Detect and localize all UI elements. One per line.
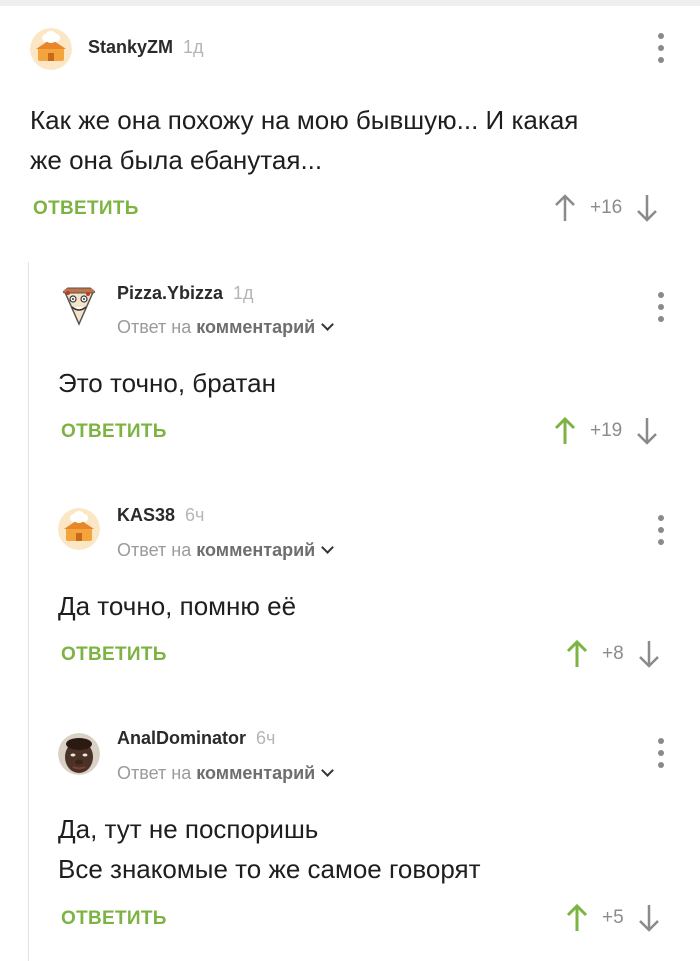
reply-button[interactable]: ОТВЕТИТЬ: [61, 644, 167, 666]
comment-text-line: Как же она похожу на мою бывшую... И как…: [30, 105, 579, 135]
upvote-arrow-icon[interactable]: [566, 639, 588, 669]
vote-controls: +8: [566, 637, 660, 671]
comment-author[interactable]: KAS38 6ч: [117, 505, 204, 526]
chef-house-avatar[interactable]: [58, 508, 100, 550]
comment-text-line: Это точно, братан: [58, 368, 276, 398]
comment-text-line: Да точно, помню её: [58, 591, 297, 621]
more-options-icon[interactable]: [651, 738, 671, 768]
chef-house-avatar[interactable]: [30, 28, 72, 70]
more-options-icon[interactable]: [651, 515, 671, 545]
vote-controls: +5: [566, 901, 660, 935]
comment-text: Это точно, братан: [58, 363, 276, 403]
comment-score: +5: [602, 907, 624, 928]
comment-time: 1д: [183, 37, 204, 57]
more-options-icon[interactable]: [651, 292, 671, 322]
comment-text-line: Все знакомые то же самое говорят: [58, 854, 481, 884]
author-name[interactable]: StankyZM: [88, 37, 173, 57]
comment-text: Как же она похожу на мою бывшую... И как…: [30, 100, 578, 180]
reply-to-link[interactable]: Ответ на комментарий: [117, 540, 335, 561]
upvote-arrow-icon[interactable]: [566, 903, 588, 933]
reply-button[interactable]: ОТВЕТИТЬ: [61, 421, 167, 443]
reply-to-link[interactable]: Ответ на комментарий: [117, 317, 335, 338]
more-options-icon[interactable]: [651, 33, 671, 63]
reply-to-prefix: Ответ на: [117, 540, 192, 560]
comment-time: 6ч: [185, 505, 205, 525]
chevron-down-icon[interactable]: [321, 764, 335, 777]
comment-text: Да точно, помню её: [58, 586, 296, 626]
comment-text-line: же она была ебанутая...: [30, 145, 323, 175]
vote-controls: +19: [554, 414, 658, 448]
top-divider: [0, 0, 700, 6]
comment-score: +19: [590, 420, 623, 441]
reply-to-link[interactable]: Ответ на комментарий: [117, 763, 335, 784]
comment-score: +8: [602, 643, 624, 664]
comment-text-line: Да, тут не поспоришь: [58, 814, 319, 844]
thread-branch-line: [28, 262, 29, 961]
author-name[interactable]: KAS38: [117, 505, 175, 525]
reply-button[interactable]: ОТВЕТИТЬ: [61, 908, 167, 930]
comment-score: +16: [590, 197, 623, 218]
chevron-down-icon[interactable]: [321, 541, 335, 554]
upvote-arrow-icon[interactable]: [554, 416, 576, 446]
downvote-arrow-icon[interactable]: [636, 193, 658, 223]
downvote-arrow-icon[interactable]: [638, 903, 660, 933]
comment-time: 6ч: [256, 728, 276, 748]
man-face-avatar[interactable]: [58, 733, 100, 775]
comment-text: Да, тут не поспоришь Все знакомые то же …: [58, 809, 481, 889]
reply-to-target[interactable]: комментарий: [196, 763, 315, 783]
vote-controls: +16: [554, 191, 658, 225]
reply-button[interactable]: ОТВЕТИТЬ: [33, 198, 139, 220]
reply-to-target[interactable]: комментарий: [196, 317, 315, 337]
author-name[interactable]: Pizza.Ybizza: [117, 283, 223, 303]
upvote-arrow-icon[interactable]: [554, 193, 576, 223]
comment-author[interactable]: AnalDominator 6ч: [117, 728, 275, 749]
reply-to-target[interactable]: комментарий: [196, 540, 315, 560]
author-name[interactable]: AnalDominator: [117, 728, 246, 748]
reply-to-prefix: Ответ на: [117, 317, 192, 337]
comment-author[interactable]: Pizza.Ybizza 1д: [117, 283, 254, 304]
downvote-arrow-icon[interactable]: [638, 639, 660, 669]
chevron-down-icon[interactable]: [321, 318, 335, 331]
comment-time: 1д: [233, 283, 254, 303]
pizza-face-avatar[interactable]: [58, 284, 100, 326]
reply-to-prefix: Ответ на: [117, 763, 192, 783]
comment-author[interactable]: StankyZM 1д: [88, 37, 204, 58]
downvote-arrow-icon[interactable]: [636, 416, 658, 446]
